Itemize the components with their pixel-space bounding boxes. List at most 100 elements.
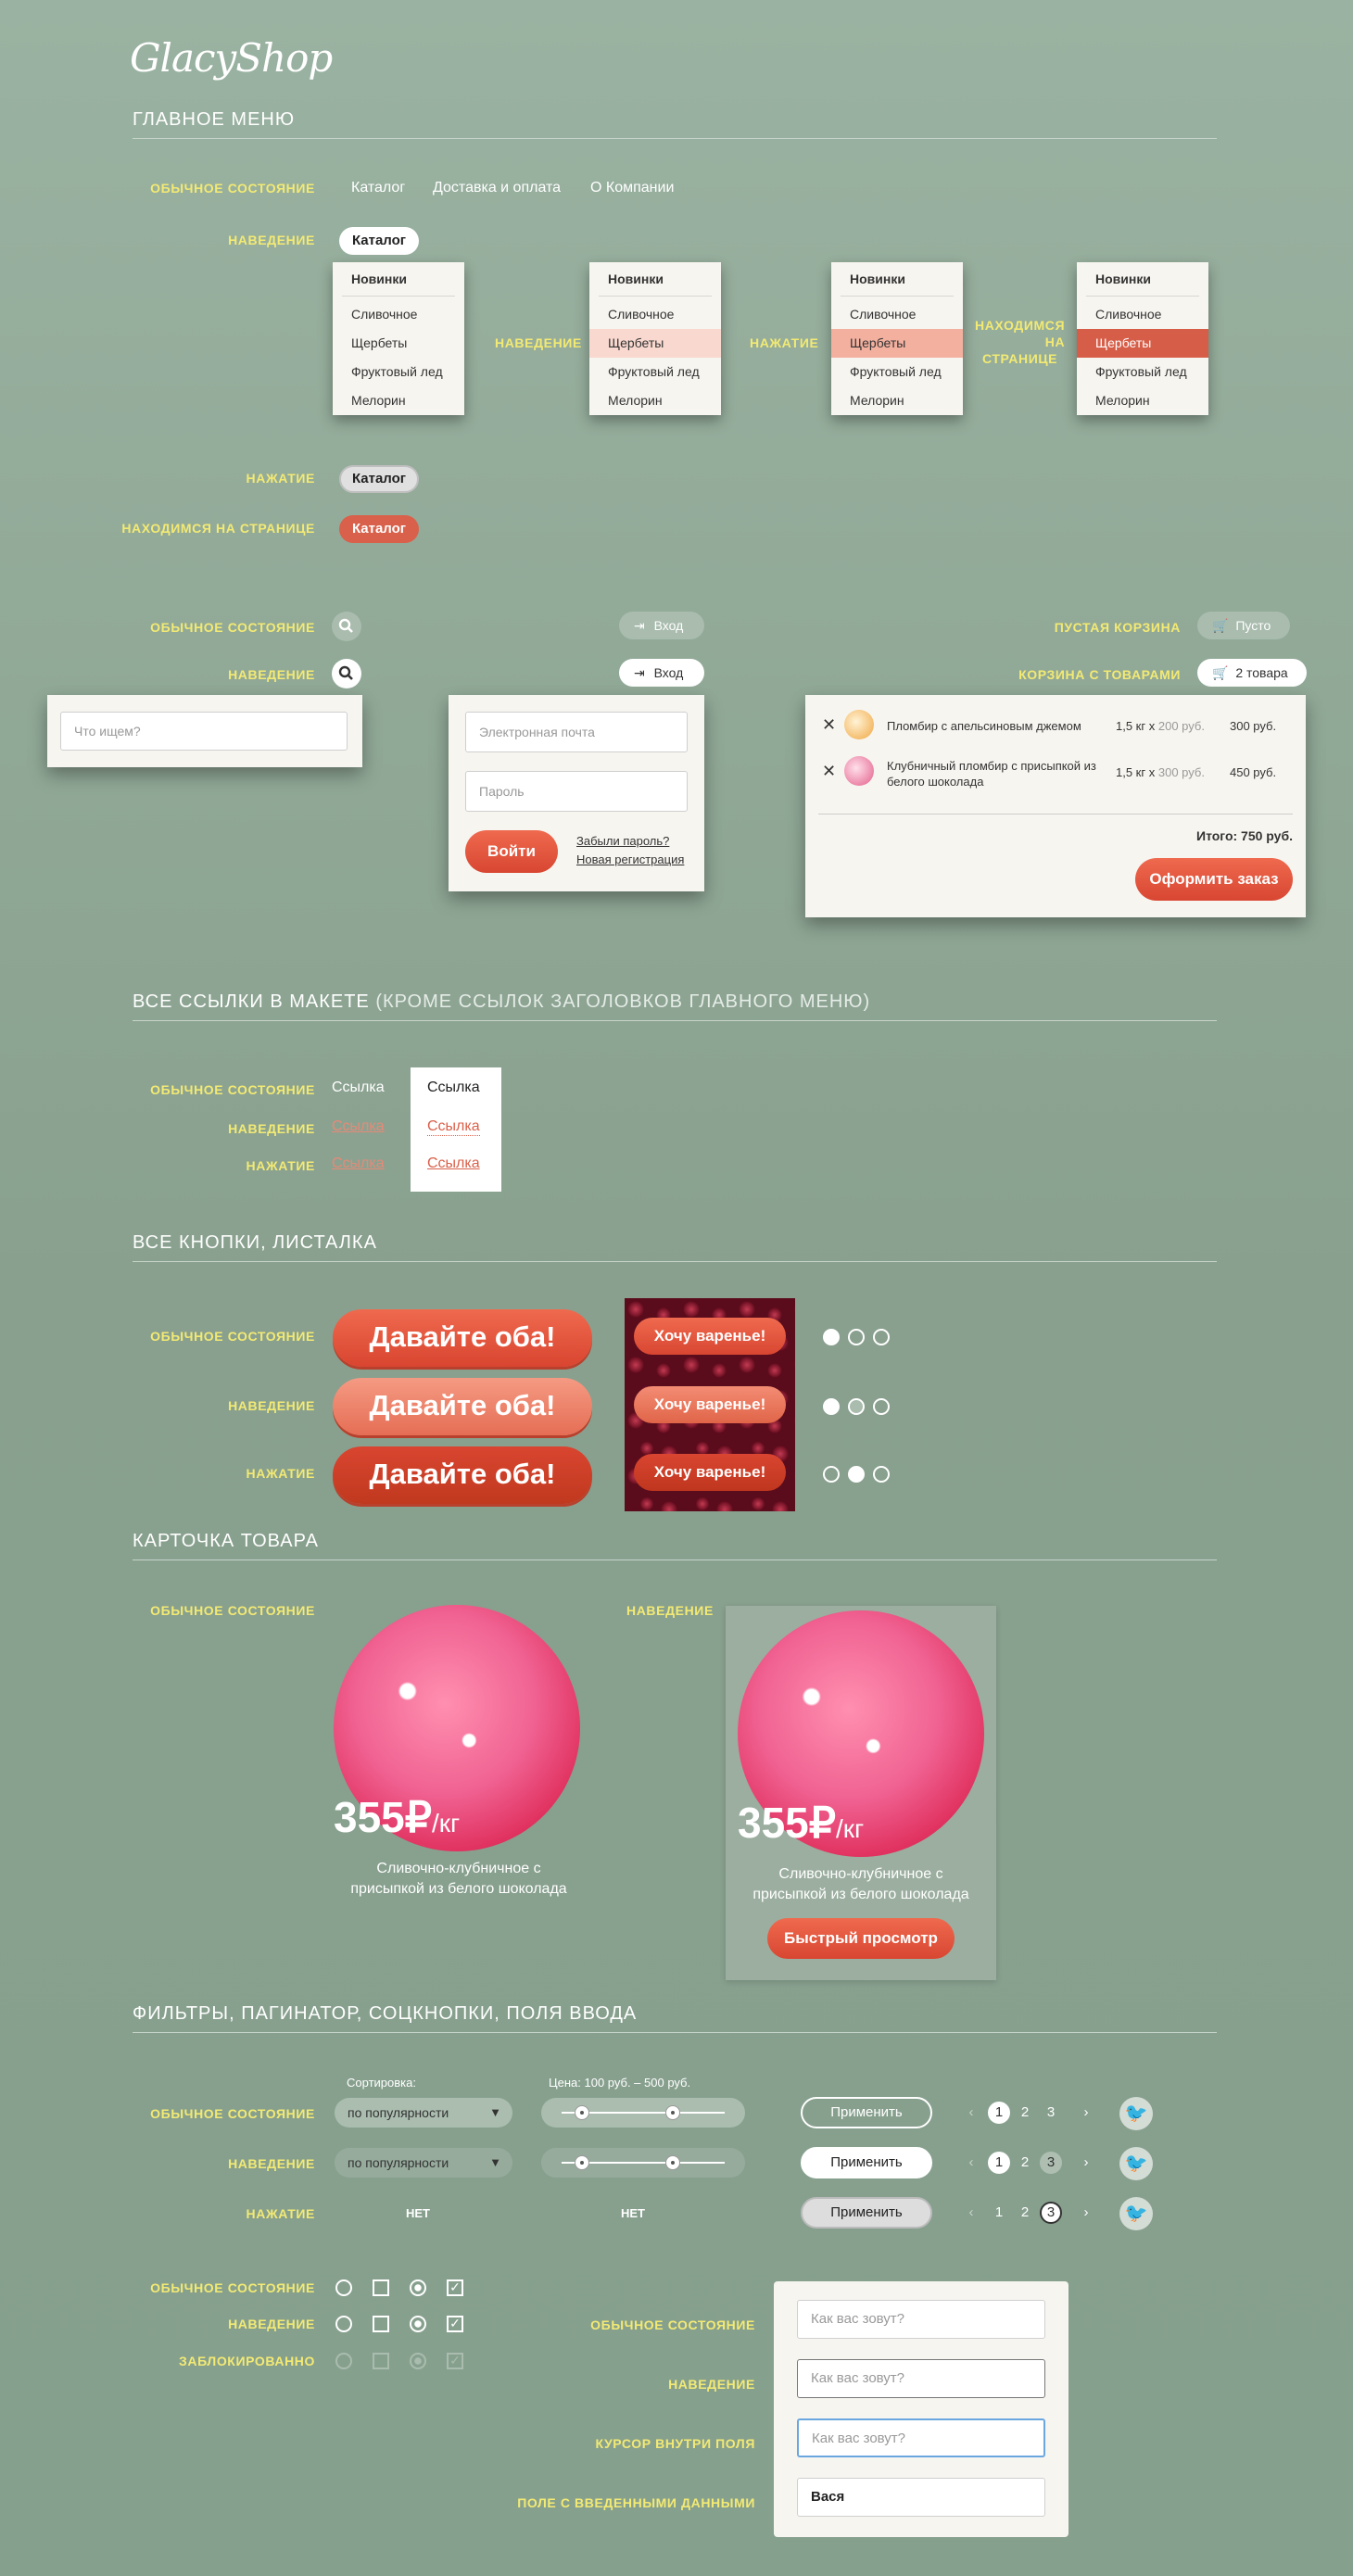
cart-button-full[interactable]: 🛒 2 товара [1197,659,1307,687]
jam-button-press[interactable]: Хочу варенье! [634,1454,786,1491]
email-field[interactable]: Электронная почта [465,712,688,752]
search-button[interactable] [332,612,361,641]
link-hover[interactable]: Ссылка [332,1118,385,1135]
slider-dot-active[interactable] [823,1398,840,1415]
dropdown-item[interactable]: Фруктовый лед [831,358,963,386]
link-press[interactable]: Ссылка [332,1155,385,1172]
name-field-focused[interactable]: Как вас зовут? [797,2418,1045,2457]
pager-page-pressed[interactable]: 3 [1040,2202,1062,2224]
dropdown-item[interactable]: Сливочное [333,300,464,329]
dropdown-item[interactable]: Мелорин [831,386,963,415]
slider-handle-min[interactable] [575,2105,589,2120]
nav-about[interactable]: О Компании [590,180,674,196]
pager-next[interactable]: › [1075,2152,1097,2174]
dropdown-item[interactable]: Новинки [841,262,954,297]
cta-button-press[interactable]: Давайте оба! [333,1446,592,1504]
product-name[interactable]: Сливочно-клубничное с присыпкой из белог… [736,1864,986,1905]
search-button-hover[interactable] [332,659,361,688]
dropdown-item[interactable]: Новинки [342,262,455,297]
link-press-light[interactable]: Ссылка [427,1155,480,1172]
register-link[interactable]: Новая регистрация [576,852,684,866]
logo[interactable]: GlacyShop [130,35,333,81]
slider-dot[interactable] [823,1466,840,1483]
slider-dot[interactable] [848,1329,865,1345]
price-slider[interactable] [541,2098,745,2128]
twitter-icon[interactable]: 🐦 [1119,2097,1153,2130]
slider-handle-min[interactable] [575,2155,589,2170]
pager-page[interactable]: 2 [1014,2202,1036,2224]
slider-handle-max[interactable] [665,2155,680,2170]
checkbox-checked[interactable]: ✓ [447,2316,463,2332]
dropdown-item[interactable]: Фруктовый лед [333,358,464,386]
cta-button-hover[interactable]: Давайте оба! [333,1378,592,1435]
radio-checked[interactable] [410,2279,426,2296]
radio-unchecked[interactable] [335,2316,352,2332]
dropdown-item[interactable]: Мелорин [1077,386,1208,415]
pager-page-hover[interactable]: 3 [1040,2152,1062,2174]
radio-checked[interactable] [410,2316,426,2332]
slider-dot[interactable] [873,1329,890,1345]
search-input[interactable]: Что ищем? [60,712,348,751]
slider-dot-active[interactable] [823,1329,840,1345]
password-field[interactable]: Пароль [465,771,688,812]
apply-button-press[interactable]: Применить [801,2197,932,2229]
dropdown-item[interactable]: Новинки [599,262,712,297]
price-slider-hover[interactable] [541,2148,745,2178]
cart-button-empty[interactable]: 🛒 Пусто [1197,612,1290,639]
dropdown-item[interactable]: Новинки [1086,262,1199,297]
twitter-icon[interactable]: 🐦 [1119,2147,1153,2180]
sort-select-hover[interactable]: по популярности ▼ [335,2148,512,2178]
cta-button-normal[interactable]: Давайте оба! [333,1309,592,1367]
pager-prev[interactable]: ‹ [960,2102,982,2124]
jam-button-hover[interactable]: Хочу варенье! [634,1386,786,1423]
cart-item-name[interactable]: Пломбир с апельсиновым джемом [887,719,1100,733]
nav-catalog-active[interactable]: Каталог [339,515,419,543]
nav-catalog[interactable]: Каталог [351,180,405,196]
checkbox-checked[interactable]: ✓ [447,2279,463,2296]
quick-view-button[interactable]: Быстрый просмотр [767,1918,955,1959]
sort-select[interactable]: по популярности ▼ [335,2098,512,2128]
remove-item-icon[interactable]: ✕ [822,762,836,781]
pager-page[interactable]: 1 [988,2102,1010,2124]
apply-button-hover[interactable]: Применить [801,2147,932,2178]
slider-dot-active[interactable] [848,1466,865,1483]
name-field-hover[interactable]: Как вас зовут? [797,2359,1045,2398]
dropdown-item-hovered[interactable]: Щербеты [589,329,721,358]
slider-dot[interactable] [873,1466,890,1483]
pager-page[interactable]: 2 [1014,2102,1036,2124]
checkout-button[interactable]: Оформить заказ [1135,858,1293,901]
cart-item-name[interactable]: Клубничный пломбир с присыпкой из белого… [887,758,1100,789]
dropdown-item[interactable]: Фруктовый лед [589,358,721,386]
product-thumbnail[interactable] [844,756,874,786]
jam-button-normal[interactable]: Хочу варенье! [634,1318,786,1355]
slider-handle-max[interactable] [665,2105,680,2120]
dropdown-item[interactable]: Фруктовый лед [1077,358,1208,386]
apply-button[interactable]: Применить [801,2097,932,2128]
pager-page[interactable]: 1 [988,2152,1010,2174]
name-field-filled[interactable]: Вася [797,2478,1045,2517]
dropdown-item[interactable]: Щербеты [333,329,464,358]
checkbox-unchecked[interactable] [373,2279,389,2296]
link-normal-light[interactable]: Ссылка [427,1080,480,1096]
pager-next[interactable]: › [1075,2202,1097,2224]
dropdown-item[interactable]: Мелорин [333,386,464,415]
radio-unchecked[interactable] [335,2279,352,2296]
nav-catalog-hover[interactable]: Каталог [339,227,419,255]
pager-page[interactable]: 1 [988,2202,1010,2224]
login-button[interactable]: ⇥ Вход [619,612,704,639]
slider-dot[interactable] [873,1398,890,1415]
forgot-password-link[interactable]: Забыли пароль? [576,834,669,848]
pager-next[interactable]: › [1075,2102,1097,2124]
pager-page[interactable]: 3 [1040,2102,1062,2124]
pager-prev[interactable]: ‹ [960,2152,982,2174]
login-submit-button[interactable]: Войти [465,830,558,873]
dropdown-item-active[interactable]: Щербеты [1077,329,1208,358]
nav-catalog-pressed[interactable]: Каталог [339,465,419,493]
pager-prev[interactable]: ‹ [960,2202,982,2224]
dropdown-item[interactable]: Сливочное [1077,300,1208,329]
name-field[interactable]: Как вас зовут? [797,2300,1045,2339]
link-hover-light[interactable]: Ссылка [427,1118,480,1136]
checkbox-unchecked[interactable] [373,2316,389,2332]
nav-delivery[interactable]: Доставка и оплата [433,180,561,196]
twitter-icon[interactable]: 🐦 [1119,2197,1153,2230]
